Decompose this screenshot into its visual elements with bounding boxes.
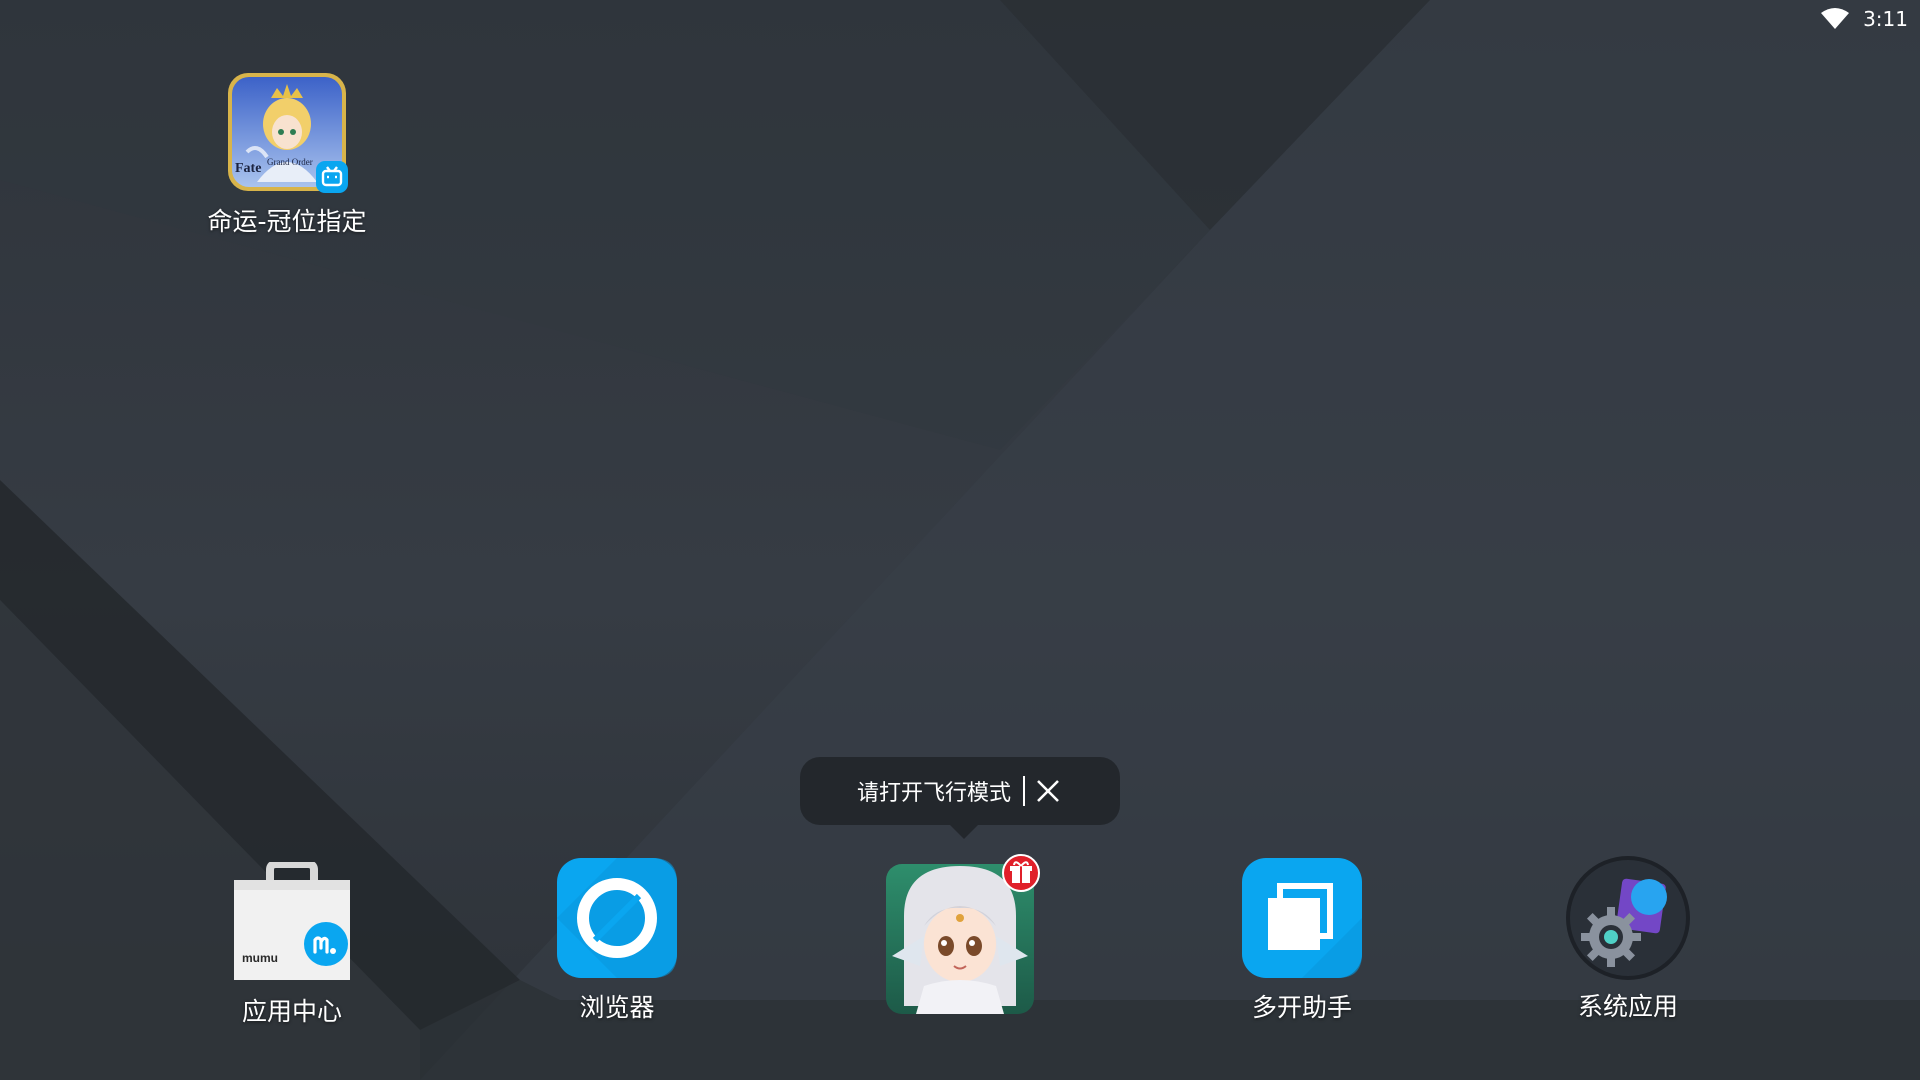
fgo-logo-text-2: Grand Order [267,157,313,167]
mumu-text: mumu [242,951,278,965]
status-time: 3:11 [1863,7,1908,31]
bilibili-badge-icon [316,161,348,193]
tooltip-text: 请打开飞行模式 [856,781,1011,806]
app-label-system-apps: 系统应用 [1577,992,1678,1021]
airplane-mode-tooltip: 请打开飞行模式 [800,757,1120,839]
browser-icon[interactable] [557,858,677,978]
system-settings-icon[interactable] [1565,855,1691,981]
app-browser[interactable]: 浏览器 [527,858,707,1024]
status-bar: 3:11 [1720,0,1920,38]
close-icon[interactable] [1033,776,1063,806]
app-label-multi-open: 多开助手 [1251,993,1352,1022]
gift-badge-icon [1002,854,1040,892]
game-character-icon[interactable] [884,854,1040,1016]
app-label-app-center: 应用中心 [241,997,342,1026]
app-fate-grand-order[interactable]: Fate Grand Order 命运-冠位指定 [197,72,377,238]
wifi-icon [1821,8,1850,29]
android-home-screen: 3:11 Fate Grand Order 命运-冠位指定 请打开飞行模式 mu… [0,0,1920,1080]
app-system-apps[interactable]: 系统应用 [1538,855,1718,1023]
fgo-logo-text-1: Fate [235,161,261,176]
app-app-center[interactable]: mumu 应用中心 [202,860,382,1028]
fate-grand-order-icon[interactable]: Fate Grand Order [227,72,348,193]
app-label-browser: 浏览器 [579,993,655,1022]
app-multi-open[interactable]: 多开助手 [1212,858,1392,1024]
app-label-fate-grand-order: 命运-冠位指定 [207,207,367,236]
multi-open-icon[interactable] [1242,858,1362,978]
app-center-bag-icon[interactable]: mumu [232,860,352,982]
app-game[interactable] [870,854,1050,1016]
tooltip-divider [1023,776,1025,806]
